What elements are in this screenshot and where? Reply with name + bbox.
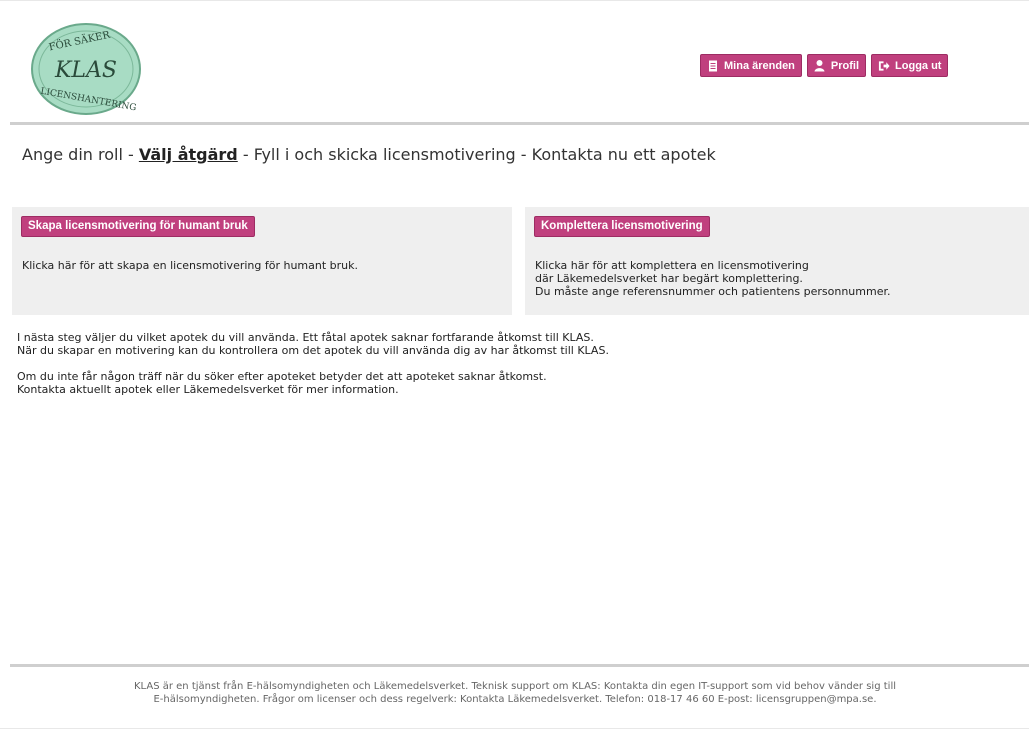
complete-text-line: Klicka här för att komplettera en licens…: [535, 259, 809, 272]
page: FÖR SÄKER KLAS LICENSHANTERING Mina ären…: [0, 0, 1029, 731]
info-line: Kontakta aktuellt apotek eller Läkemedel…: [17, 383, 399, 396]
info-line: Om du inte får någon träff när du söker …: [17, 370, 547, 383]
logout-icon: [878, 59, 890, 73]
step-contact-pharmacy: Kontakta nu ett apotek: [531, 145, 716, 164]
step-fill-and-send: Fyll i och skicka licensmotivering: [253, 145, 516, 164]
footer-line: KLAS är en tjänst från E-hälsomyndighete…: [134, 681, 896, 692]
my-cases-button[interactable]: Mina ärenden: [700, 54, 802, 77]
step-choose-action: Välj åtgärd: [138, 145, 238, 164]
info-paragraph: Om du inte får någon träff när du söker …: [17, 370, 609, 396]
document-icon: [707, 59, 719, 73]
footer-divider: [10, 664, 1029, 667]
header-actions: Mina ärenden Profil Logga ut: [700, 54, 949, 78]
create-license-title[interactable]: Skapa licensmotivering för humant bruk: [21, 216, 255, 237]
complete-license-text: Klicka här för att komplettera en licens…: [535, 259, 890, 298]
bottom-border: [0, 728, 1029, 729]
info-line: I nästa steg väljer du vilket apotek du …: [17, 331, 594, 344]
header-divider: [10, 122, 1029, 125]
info-line: När du skapar en motivering kan du kontr…: [17, 344, 609, 357]
complete-text-line: där Läkemedelsverket har begärt komplett…: [535, 272, 803, 285]
create-license-panel[interactable]: Skapa licensmotivering för humant bruk K…: [12, 207, 512, 315]
step-separator: -: [515, 145, 532, 164]
logout-button[interactable]: Logga ut: [871, 54, 949, 77]
my-cases-label: Mina ärenden: [724, 59, 795, 72]
complete-license-panel[interactable]: Komplettera licensmotivering Klicka här …: [525, 207, 1029, 315]
step-indicator: Ange din roll - Välj åtgärd - Fyll i och…: [22, 145, 1012, 164]
step-separator: -: [237, 145, 254, 164]
step-separator: -: [122, 145, 139, 164]
footer: KLAS är en tjänst från E-hälsomyndighete…: [20, 680, 1010, 706]
info-text: I nästa steg väljer du vilket apotek du …: [17, 331, 609, 409]
info-paragraph: I nästa steg väljer du vilket apotek du …: [17, 331, 609, 357]
complete-license-title[interactable]: Komplettera licensmotivering: [534, 216, 710, 237]
footer-line: E-hälsomyndigheten. Frågor om licenser o…: [153, 694, 877, 705]
create-license-text: Klicka här för att skapa en licensmotive…: [22, 259, 359, 272]
logo-main-text: KLAS: [54, 58, 117, 83]
klas-logo-graphic: FÖR SÄKER KLAS LICENSHANTERING: [31, 23, 141, 115]
logout-label: Logga ut: [895, 59, 942, 72]
profile-label: Profil: [830, 59, 860, 72]
step-choose-role[interactable]: Ange din roll: [22, 145, 123, 164]
klas-logo[interactable]: FÖR SÄKER KLAS LICENSHANTERING: [30, 22, 142, 116]
complete-text-line: Du måste ange referensnummer och patient…: [535, 285, 891, 298]
header: FÖR SÄKER KLAS LICENSHANTERING Mina ären…: [0, 0, 1029, 125]
profile-button[interactable]: Profil: [806, 54, 867, 77]
user-icon: [814, 59, 826, 73]
